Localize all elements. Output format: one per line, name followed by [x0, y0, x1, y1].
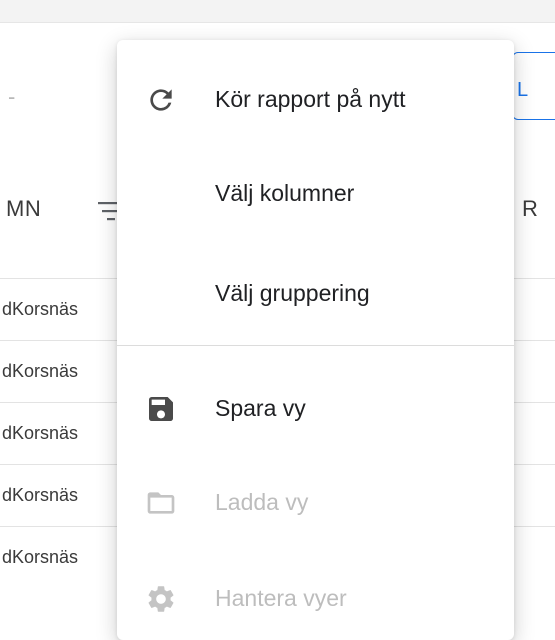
- right-column-header[interactable]: R: [522, 196, 538, 222]
- top-divider: [0, 22, 555, 23]
- refresh-icon: [150, 89, 172, 111]
- menu-item-label: Välj gruppering: [215, 280, 370, 306]
- save-icon: [149, 397, 173, 421]
- folder-icon: [147, 492, 175, 514]
- table-cell: dKorsnäs: [2, 547, 79, 567]
- export-button[interactable]: L: [512, 52, 555, 120]
- table-cell: dKorsnäs: [2, 485, 79, 505]
- menu-item-label: Hantera vyer: [215, 585, 347, 611]
- menu-item-label: Kör rapport på nytt: [215, 86, 406, 112]
- menu-item-rerun-report[interactable]: Kör rapport på nytt: [117, 70, 514, 130]
- context-menu: Kör rapport på nytt Välj kolumner Välj g…: [117, 40, 514, 640]
- placeholder-dash: -: [8, 84, 16, 109]
- top-strip: [0, 0, 555, 22]
- menu-divider: [117, 345, 514, 346]
- table-cell: dKorsnäs: [2, 299, 79, 319]
- column-header[interactable]: MN: [6, 196, 41, 222]
- menu-item-save-view[interactable]: Spara vy: [117, 379, 514, 439]
- menu-item-label: Spara vy: [215, 395, 306, 421]
- menu-item-label: Ladda vy: [215, 489, 309, 515]
- table-cell: dKorsnäs: [2, 361, 79, 381]
- menu-item-choose-grouping[interactable]: Välj gruppering: [117, 264, 514, 324]
- export-button-label: L: [517, 79, 529, 101]
- menu-item-load-view[interactable]: Ladda vy: [117, 473, 514, 533]
- table-cell: dKorsnäs: [2, 423, 79, 443]
- menu-item-manage-views[interactable]: Hantera vyer: [117, 569, 514, 629]
- gear-icon: [148, 586, 174, 612]
- menu-item-choose-columns[interactable]: Välj kolumner: [117, 164, 514, 224]
- menu-item-label: Välj kolumner: [215, 180, 355, 206]
